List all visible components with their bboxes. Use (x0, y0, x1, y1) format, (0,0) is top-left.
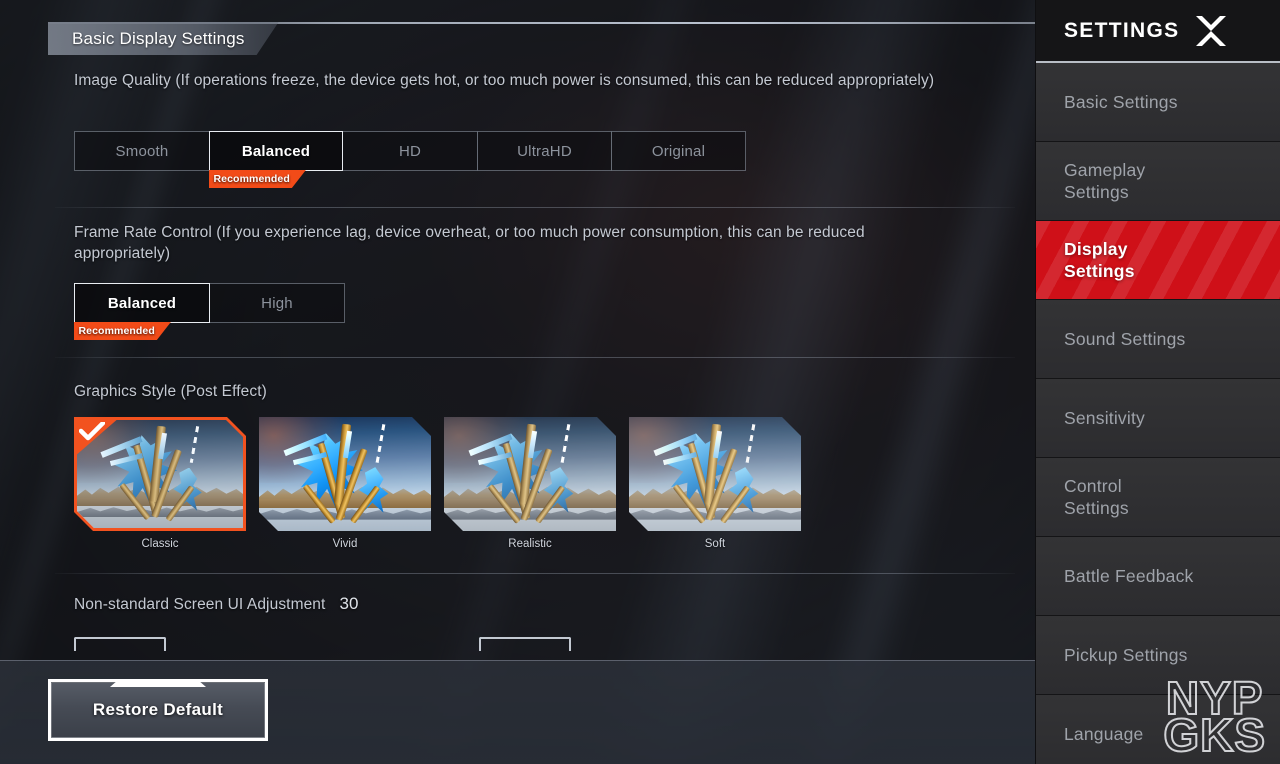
sidebar-item-label: Pickup Settings (1064, 644, 1188, 665)
image-quality-option-original[interactable]: Original (611, 131, 746, 171)
screen-ui-slider-left[interactable] (74, 637, 166, 651)
sidebar-item-label: Display Settings (1064, 238, 1135, 281)
image-quality-option-hd[interactable]: HD (342, 131, 478, 171)
settings-screen: Basic Display Settings Image Quality (If… (0, 0, 1280, 764)
graphics-style-option-realistic[interactable]: Realistic (444, 417, 616, 550)
option-label: Balanced (107, 294, 177, 312)
graphics-style-thumbnail[interactable] (444, 417, 616, 531)
bottom-action-bar: Restore Default (0, 660, 1040, 764)
sidebar-header: SETTINGS (1036, 0, 1280, 63)
recommended-badge: Recommended (74, 322, 171, 340)
sidebar-item-language[interactable]: Language (1036, 695, 1280, 764)
graphics-style-label: Vivid (332, 538, 358, 550)
graphics-style-thumbnail[interactable] (74, 417, 246, 531)
sidebar-item-pickup-settings[interactable]: Pickup Settings (1036, 616, 1280, 695)
sidebar-item-label: Control Settings (1064, 475, 1129, 518)
frame-rate-segmented-control: Balanced Recommended High (74, 283, 345, 323)
settings-content: Image Quality (If operations freeze, the… (0, 55, 1040, 655)
image-quality-description: Image Quality (If operations freeze, the… (74, 72, 935, 89)
screen-ui-slider-right[interactable] (479, 637, 571, 651)
restore-default-button[interactable]: Restore Default (48, 679, 268, 741)
sidebar-item-label: Sound Settings (1064, 328, 1186, 349)
graphics-style-thumbnail[interactable] (629, 417, 801, 531)
main-panel: Basic Display Settings Image Quality (If… (0, 0, 1040, 764)
sidebar-item-basic-settings[interactable]: Basic Settings (1036, 63, 1280, 142)
screen-ui-label: Non-standard Screen UI Adjustment (74, 596, 326, 613)
restore-default-label: Restore Default (92, 700, 224, 719)
graphics-style-label: Soft (704, 538, 726, 550)
sidebar-item-battle-feedback[interactable]: Battle Feedback (1036, 537, 1280, 616)
image-quality-segmented-control: Smooth Balanced Recommended HD UltraHD O… (74, 131, 746, 171)
section-divider (55, 573, 1015, 574)
graphics-style-label: Realistic (508, 538, 552, 550)
frame-rate-description: Frame Rate Control (If you experience la… (74, 224, 865, 262)
recommended-badge: Recommended (209, 170, 306, 188)
option-label: UltraHD (517, 142, 572, 160)
sidebar-item-label: Battle Feedback (1064, 565, 1194, 586)
graphics-style-option-classic[interactable]: Classic (74, 417, 246, 550)
sidebar-item-sound-settings[interactable]: Sound Settings (1036, 300, 1280, 379)
option-label: Smooth (115, 142, 169, 160)
image-quality-option-balanced[interactable]: Balanced Recommended (209, 131, 343, 171)
sidebar-item-label: Basic Settings (1064, 91, 1178, 112)
sidebar-item-label: Language (1064, 723, 1144, 744)
sidebar-item-display-settings[interactable]: Display Settings (1036, 221, 1280, 300)
sidebar-item-label: Sensitivity (1064, 407, 1145, 428)
graphics-style-list: Classic Vivid Realistic Soft (74, 417, 801, 550)
graphics-style-thumbnail[interactable] (259, 417, 431, 531)
page-title-tab: Basic Display Settings (48, 22, 279, 55)
graphics-style-label: Classic (141, 538, 179, 550)
sidebar-item-gameplay-settings[interactable]: Gameplay Settings (1036, 142, 1280, 221)
graphics-style-option-vivid[interactable]: Vivid (259, 417, 431, 550)
graphics-style-title: Graphics Style (Post Effect) (74, 383, 267, 400)
close-x-icon[interactable] (1193, 13, 1229, 49)
sidebar-item-sensitivity[interactable]: Sensitivity (1036, 379, 1280, 458)
graphics-style-option-soft[interactable]: Soft (629, 417, 801, 550)
section-divider (55, 357, 1015, 358)
option-label: Original (651, 142, 706, 160)
frame-rate-option-balanced[interactable]: Balanced Recommended (74, 283, 210, 323)
frame-rate-option-high[interactable]: High (209, 283, 345, 323)
settings-sidebar: SETTINGS Basic Settings Gameplay Settings… (1035, 0, 1280, 764)
sidebar-item-label: Gameplay Settings (1064, 159, 1146, 202)
option-label: High (261, 294, 293, 312)
page-title: Basic Display Settings (72, 28, 245, 48)
button-notch (110, 680, 206, 687)
section-divider (55, 207, 1015, 208)
option-label: HD (398, 142, 422, 160)
sidebar-item-control-settings[interactable]: Control Settings (1036, 458, 1280, 537)
screen-ui-value: 30 (339, 594, 359, 613)
option-label: Balanced (241, 142, 311, 160)
image-quality-option-ultrahd[interactable]: UltraHD (477, 131, 612, 171)
image-quality-option-smooth[interactable]: Smooth (74, 131, 210, 171)
sidebar-title: SETTINGS (1064, 18, 1180, 42)
